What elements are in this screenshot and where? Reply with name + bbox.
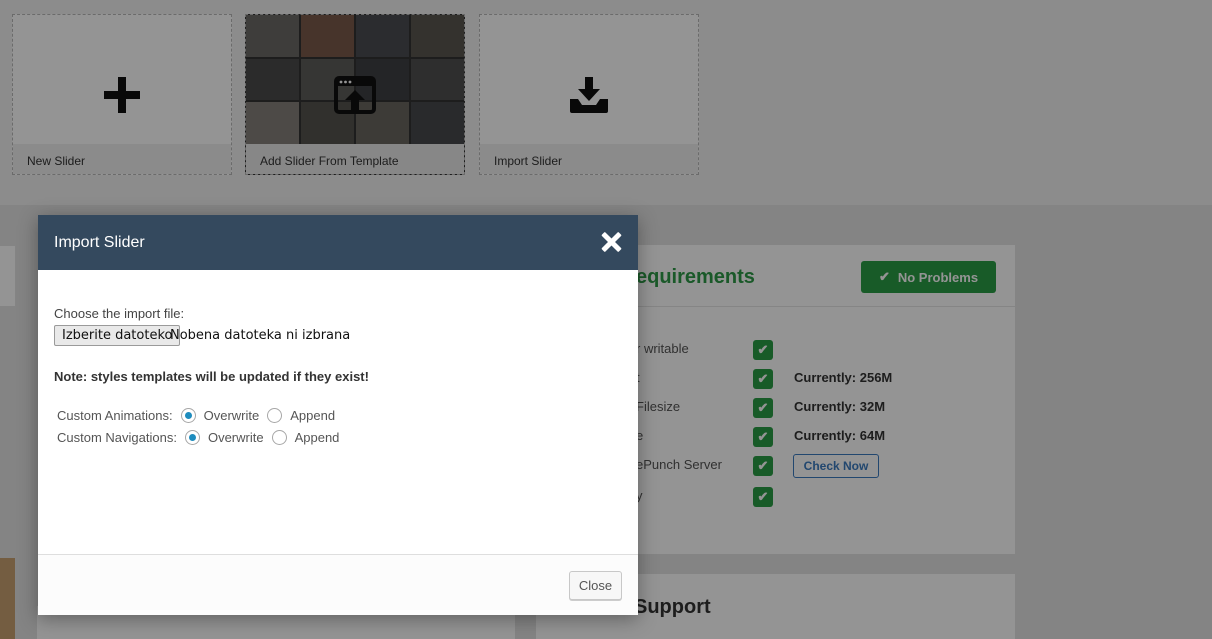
custom-navigations-label: Custom Navigations: xyxy=(57,429,177,445)
dialog-footer: Close xyxy=(38,554,638,615)
navigations-overwrite-radio[interactable] xyxy=(184,429,200,445)
dialog-header: Import Slider xyxy=(38,215,638,270)
navigations-append-radio[interactable] xyxy=(271,429,287,445)
navigations-overwrite-label[interactable]: Overwrite xyxy=(208,430,264,445)
dialog-body: Choose the import file: Izberite datotek… xyxy=(38,270,638,554)
navigations-append-label[interactable]: Append xyxy=(295,430,340,445)
file-status-text: Nobena datoteka ni izbrana xyxy=(170,328,351,343)
styles-note: Note: styles templates will be updated i… xyxy=(54,369,369,384)
choose-file-label: Choose the import file: xyxy=(54,306,185,321)
custom-navigations-row: Custom Navigations: Overwrite Append xyxy=(57,428,347,446)
custom-animations-label: Custom Animations: xyxy=(57,407,173,423)
dialog-title: Import Slider xyxy=(54,234,145,251)
animations-append-label[interactable]: Append xyxy=(290,408,335,423)
animations-overwrite-label[interactable]: Overwrite xyxy=(204,408,260,423)
import-slider-dialog: Import Slider Choose the import file: Iz… xyxy=(38,215,638,615)
custom-animations-row: Custom Animations: Overwrite Append xyxy=(57,406,343,424)
animations-append-radio[interactable] xyxy=(267,407,283,423)
close-icon[interactable] xyxy=(598,229,624,255)
choose-file-button[interactable]: Izberite datoteko xyxy=(54,325,181,346)
animations-overwrite-radio[interactable] xyxy=(180,407,196,423)
close-button[interactable]: Close xyxy=(569,571,622,600)
